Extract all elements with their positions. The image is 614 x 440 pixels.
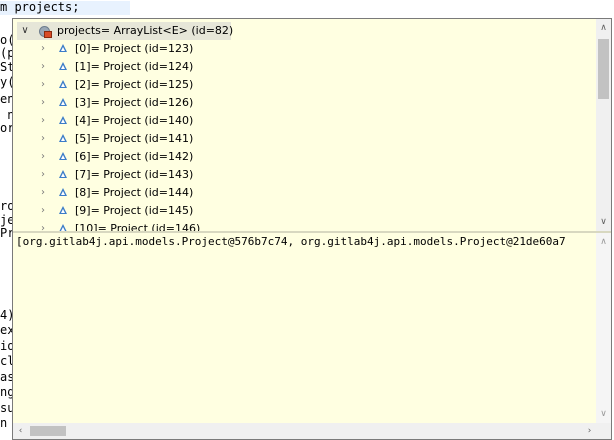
editor-line: m projects;: [0, 0, 80, 14]
tree-child-label: [5]= Project (id=141): [75, 132, 194, 145]
scroll-up-arrow-icon[interactable]: ∧: [596, 21, 611, 35]
field-triangle-icon: [59, 98, 67, 106]
tree-child-label: [9]= Project (id=145): [75, 204, 194, 217]
field-triangle-icon: [59, 44, 67, 52]
tree-child-label: [0]= Project (id=123): [75, 42, 194, 55]
editor-line: n: [0, 416, 8, 430]
variable-inspect-popup: ∨ projects= ArrayList<E> (id=82) › [0]= P…: [12, 18, 612, 440]
expand-chevron-icon[interactable]: ›: [37, 148, 49, 166]
tree-child-label: [2]= Project (id=125): [75, 78, 194, 91]
detail-scroll-down-arrow-icon[interactable]: ∨: [596, 407, 611, 421]
scroll-thumb[interactable]: [598, 39, 609, 99]
tree-child-label: [10]= Project (id=146): [75, 222, 201, 231]
scroll-left-arrow-icon[interactable]: ‹: [13, 423, 28, 439]
tree-child-row[interactable]: › [7]= Project (id=143): [13, 166, 597, 184]
object-variable-icon: [39, 26, 52, 38]
tree-child-row[interactable]: › [2]= Project (id=125): [13, 76, 597, 94]
expand-chevron-icon[interactable]: ›: [37, 112, 49, 130]
tree-child-label: [3]= Project (id=126): [75, 96, 194, 109]
tree-root-row[interactable]: ∨ projects= ArrayList<E> (id=82): [17, 22, 234, 40]
tree-child-label: [6]= Project (id=142): [75, 150, 194, 163]
tree-child-row[interactable]: › [8]= Project (id=144): [13, 184, 597, 202]
scroll-right-arrow-icon[interactable]: ›: [582, 423, 597, 439]
scrollbar-corner: [596, 423, 611, 439]
detail-scroll-up-arrow-icon[interactable]: ∧: [596, 235, 611, 249]
expand-chevron-icon[interactable]: ›: [37, 202, 49, 220]
expand-chevron-icon[interactable]: ›: [37, 40, 49, 58]
tree-child-label: [8]= Project (id=144): [75, 186, 194, 199]
field-triangle-icon: [59, 62, 67, 70]
detail-pane-text[interactable]: [org.gitlab4j.api.models.Project@576b7c7…: [13, 233, 597, 423]
field-triangle-icon: [59, 224, 67, 231]
detail-vertical-scrollbar[interactable]: ∧ ∨: [596, 233, 611, 423]
tree-child-row[interactable]: › [4]= Project (id=140): [13, 112, 597, 130]
tree-child-row[interactable]: › [10]= Project (id=146): [13, 220, 597, 231]
expand-chevron-icon[interactable]: ›: [37, 130, 49, 148]
expand-chevron-icon[interactable]: ›: [37, 184, 49, 202]
tree-child-row[interactable]: › [3]= Project (id=126): [13, 94, 597, 112]
variable-tree: ∨ projects= ArrayList<E> (id=82) › [0]= P…: [13, 19, 597, 231]
tree-child-row[interactable]: › [0]= Project (id=123): [13, 40, 597, 58]
field-triangle-icon: [59, 206, 67, 214]
tree-root-label: projects= ArrayList<E> (id=82): [57, 24, 234, 37]
field-triangle-icon: [59, 170, 67, 178]
expand-chevron-icon[interactable]: ›: [37, 220, 49, 231]
horizontal-scroll-thumb[interactable]: [30, 426, 66, 436]
field-triangle-icon: [59, 116, 67, 124]
expand-chevron-icon[interactable]: ›: [37, 76, 49, 94]
expand-chevron-icon[interactable]: ›: [37, 94, 49, 112]
expand-chevron-icon[interactable]: ›: [37, 58, 49, 76]
tree-child-label: [4]= Project (id=140): [75, 114, 194, 127]
tree-child-row[interactable]: › [6]= Project (id=142): [13, 148, 597, 166]
tree-child-row[interactable]: › [9]= Project (id=145): [13, 202, 597, 220]
horizontal-scrollbar[interactable]: ‹ ›: [13, 423, 597, 439]
tree-vertical-scrollbar[interactable]: ∧ ∨: [596, 19, 611, 231]
tree-child-label: [1]= Project (id=124): [75, 60, 194, 73]
tree-child-row[interactable]: › [1]= Project (id=124): [13, 58, 597, 76]
collapse-chevron-icon[interactable]: ∨: [19, 22, 31, 40]
field-triangle-icon: [59, 80, 67, 88]
field-triangle-icon: [59, 134, 67, 142]
expand-chevron-icon[interactable]: ›: [37, 166, 49, 184]
field-triangle-icon: [59, 152, 67, 160]
tree-child-label: [7]= Project (id=143): [75, 168, 194, 181]
tree-child-row[interactable]: › [5]= Project (id=141): [13, 130, 597, 148]
field-triangle-icon: [59, 188, 67, 196]
scroll-down-arrow-icon[interactable]: ∨: [596, 215, 611, 229]
